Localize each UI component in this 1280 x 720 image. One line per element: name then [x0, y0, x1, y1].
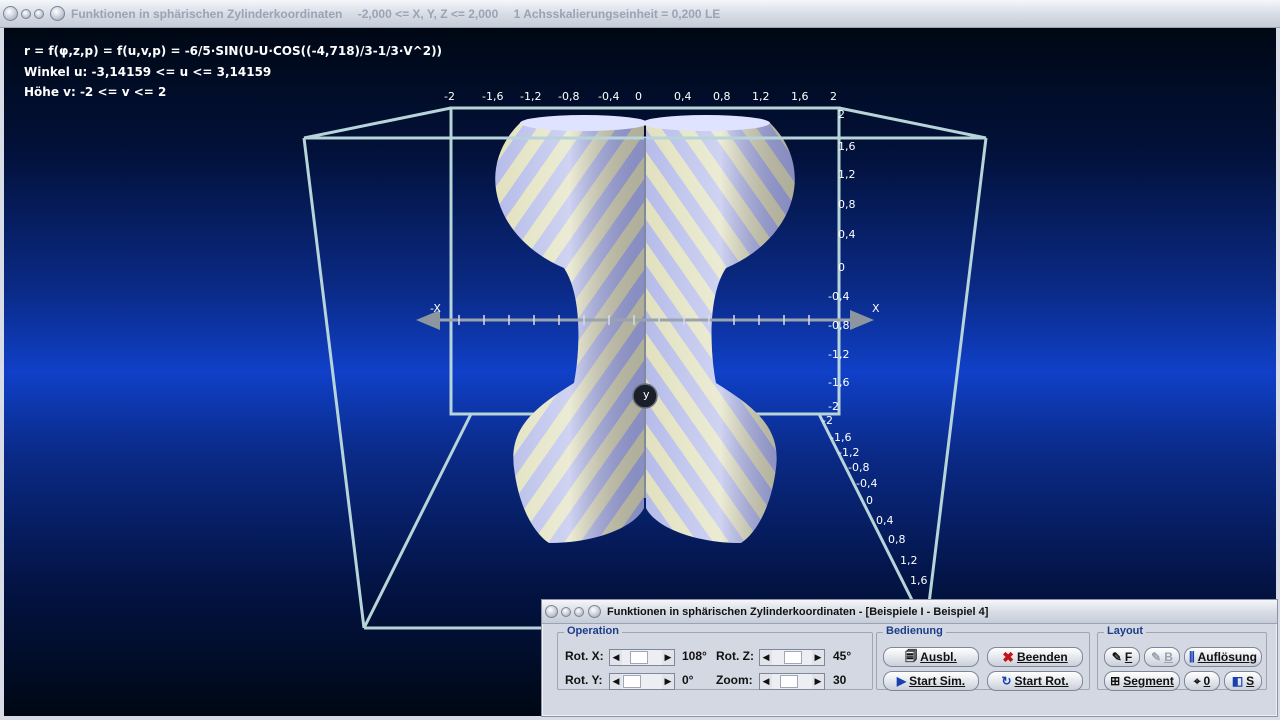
- operation-group: Operation Rot. X: ◀ ▶ 108° Rot. Z: ◀ ▶ 4…: [557, 625, 873, 690]
- rot-x-value: 108°: [682, 649, 707, 663]
- scroll-right-icon[interactable]: ▶: [812, 650, 824, 665]
- scroll-left-icon[interactable]: ◀: [760, 674, 772, 689]
- play-icon: ▶: [896, 674, 907, 688]
- origin-button[interactable]: ⌖ 0: [1184, 671, 1220, 691]
- diagonal-axis-tick-label: 1,2: [900, 554, 918, 567]
- scroll-left-icon[interactable]: ◀: [760, 650, 772, 665]
- hide-dialog-icon: 🗐: [905, 648, 918, 663]
- formula-text: r = f(φ,z,p) = f(u,v,p) = -6/5·SIN(U-U·C…: [24, 44, 443, 58]
- dialog-title: Funktionen in sphärischen Zylinderkoordi…: [607, 605, 989, 618]
- top-axis-tick-label: -2: [444, 90, 455, 103]
- zoom-value: 30: [833, 673, 847, 687]
- x-axis-negative-label: -X: [430, 302, 441, 315]
- layout-group: Layout ✎ F ✎ B ⫼ Auflösung ⊞ Segment ⌖ 0…: [1097, 625, 1267, 691]
- top-axis-tick-label: -1,2: [520, 90, 542, 103]
- scroll-right-icon[interactable]: ▶: [812, 674, 824, 689]
- brush-disabled-icon: ✎: [1151, 650, 1162, 664]
- grid-icon: ⊞: [1110, 674, 1121, 688]
- main-title: Funktionen in sphärischen Zylinderkoordi…: [71, 6, 343, 21]
- scroll-right-icon[interactable]: ▶: [662, 650, 674, 665]
- start-sim-button[interactable]: ▶ Start Sim.: [883, 671, 979, 691]
- bedienung-group: Bedienung 🗐 Ausbl. ✖ Beenden ▶ Start Sim…: [876, 625, 1090, 691]
- right-axis-tick-label: -1,6: [828, 376, 850, 389]
- s-button[interactable]: ◧ S: [1224, 671, 1262, 691]
- minimize-circle-icon[interactable]: [561, 606, 571, 617]
- aufloesung-button[interactable]: ⫼ Auflösung: [1184, 647, 1262, 667]
- scroll-left-icon[interactable]: ◀: [610, 650, 622, 665]
- cube-icon: ◧: [1231, 674, 1244, 688]
- right-axis-tick-label: -0,4: [828, 290, 850, 303]
- top-axis-tick-label: 0: [635, 90, 642, 103]
- crosshair-icon: ⌖: [1193, 673, 1201, 688]
- diagonal-axis-tick-label: 0,8: [888, 533, 906, 546]
- diagonal-axis-tick-label: -2: [822, 414, 833, 427]
- close-circle-icon[interactable]: [545, 605, 558, 618]
- rot-y-scrollbar[interactable]: ◀ ▶: [609, 673, 675, 690]
- diagonal-axis-tick-label: -1,6: [830, 431, 852, 444]
- top-axis-tick-label: -0,8: [558, 90, 580, 103]
- x-axis-positive-label: X: [872, 302, 880, 315]
- top-axis-tick-label: 1,2: [752, 90, 770, 103]
- diagonal-axis-tick-label: -0,4: [856, 477, 878, 490]
- top-axis-tick-label: 1,6: [791, 90, 809, 103]
- beenden-button[interactable]: ✖ Beenden: [987, 647, 1083, 667]
- top-axis-tick-label: -1,6: [482, 90, 504, 103]
- control-dialog: Funktionen in sphärischen Zylinderkoordi…: [541, 599, 1278, 717]
- maximize-circle-icon[interactable]: [574, 606, 584, 617]
- rot-x-label: Rot. X:: [565, 649, 604, 663]
- top-axis-tick-label: -0,4: [598, 90, 620, 103]
- top-axis-tick-label: 0,4: [674, 90, 692, 103]
- diagonal-axis-tick-label: -0,8: [848, 461, 870, 474]
- top-axis-tick-label: 2: [830, 90, 837, 103]
- resolution-icon: ⫼: [1189, 649, 1195, 664]
- diagonal-axis-tick-label: 1,6: [910, 574, 928, 587]
- scroll-left-icon[interactable]: ◀: [610, 674, 622, 689]
- dialog-titlebar[interactable]: Funktionen in sphärischen Zylinderkoordi…: [542, 600, 1277, 624]
- maximize-circle-icon[interactable]: [34, 8, 44, 19]
- height-range-text: Höhe v: -2 <= v <= 2: [24, 85, 167, 99]
- zoom-label: Zoom:: [716, 673, 753, 687]
- main-title-scale: 1 Achsskalierungseinheit = 0,200 LE: [513, 6, 721, 21]
- window-menu-circle-icon[interactable]: [50, 6, 65, 21]
- rot-y-label: Rot. Y:: [565, 673, 603, 687]
- right-axis-tick-label: 2: [838, 108, 845, 121]
- rot-y-value: 0°: [682, 673, 694, 687]
- right-axis-tick-label: 1,6: [838, 140, 856, 153]
- segment-button[interactable]: ⊞ Segment: [1104, 671, 1180, 691]
- b-button[interactable]: ✎ B: [1144, 647, 1180, 667]
- scroll-right-icon[interactable]: ▶: [662, 674, 674, 689]
- main-title-range: -2,000 <= X, Y, Z <= 2,000: [357, 6, 499, 21]
- rotate-icon: ↻: [1001, 674, 1012, 688]
- close-x-icon: ✖: [1002, 648, 1015, 665]
- layout-group-label: Layout: [1104, 625, 1147, 637]
- y-axis-label: y: [643, 388, 650, 401]
- rot-z-scrollbar[interactable]: ◀ ▶: [759, 649, 825, 666]
- start-rot-button[interactable]: ↻ Start Rot.: [987, 671, 1083, 691]
- bedienung-group-label: Bedienung: [883, 625, 946, 637]
- right-axis-tick-label: 0,8: [838, 198, 856, 211]
- right-axis-tick-label: 0,4: [838, 228, 856, 241]
- rot-z-label: Rot. Z:: [716, 649, 754, 663]
- main-titlebar[interactable]: Funktionen in sphärischen Zylinderkoordi…: [0, 0, 1280, 28]
- brush-icon: ✎: [1111, 650, 1122, 664]
- close-circle-icon[interactable]: [3, 6, 18, 21]
- top-axis-tick-label: 0,8: [713, 90, 731, 103]
- right-axis-tick-label: -1,2: [828, 348, 850, 361]
- zoom-scrollbar[interactable]: ◀ ▶: [759, 673, 825, 690]
- rot-x-scrollbar[interactable]: ◀ ▶: [609, 649, 675, 666]
- right-axis-tick-label: -0,8: [828, 319, 850, 332]
- window-menu-circle-icon[interactable]: [588, 605, 601, 618]
- ausblenden-button[interactable]: 🗐 Ausbl.: [883, 647, 979, 667]
- right-axis-tick-label: 1,2: [838, 168, 856, 181]
- diagonal-axis-tick-label: -1,2: [838, 446, 860, 459]
- diagonal-axis-tick-label: 0,4: [876, 514, 894, 527]
- operation-group-label: Operation: [564, 625, 622, 637]
- angle-range-text: Winkel u: -3,14159 <= u <= 3,14159: [24, 65, 272, 79]
- diagonal-axis-tick-label: 0: [866, 494, 873, 507]
- farbe-button[interactable]: ✎ F: [1104, 647, 1140, 667]
- minimize-circle-icon[interactable]: [21, 8, 31, 19]
- right-axis-tick-label: -2: [828, 400, 839, 413]
- right-axis-tick-label: 0: [838, 261, 845, 274]
- rot-z-value: 45°: [833, 649, 852, 663]
